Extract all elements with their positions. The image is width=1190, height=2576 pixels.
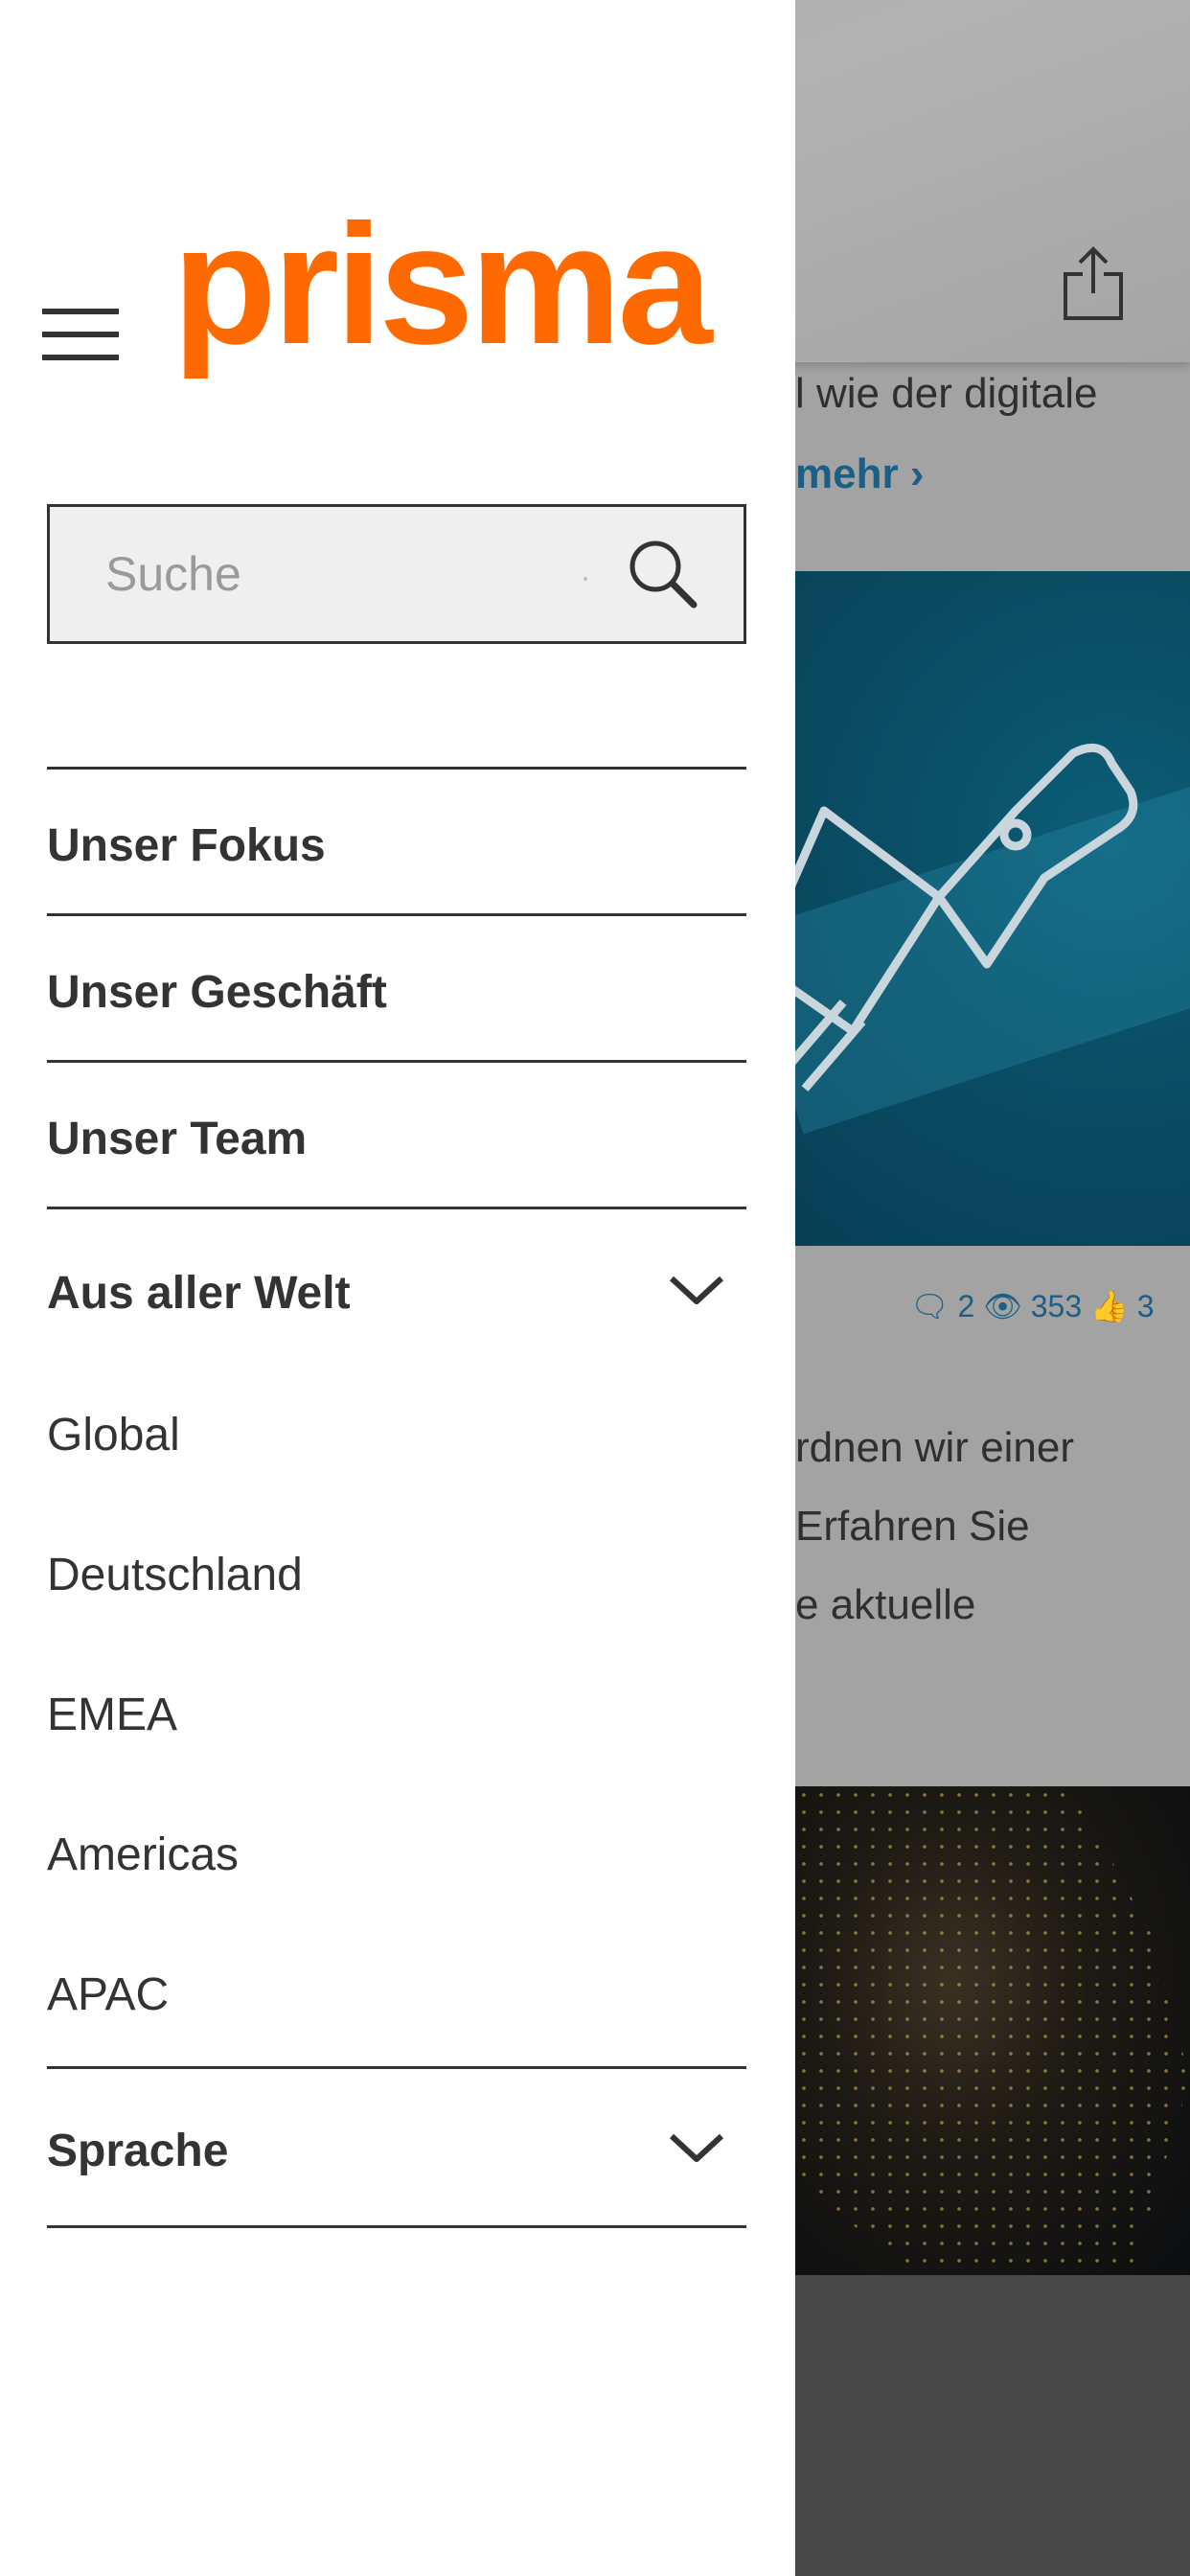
comment-count: 2: [957, 1289, 975, 1323]
nav-item-unser-geschaeft[interactable]: Unser Geschäft: [47, 913, 746, 1060]
article-text: l wie der digitale: [795, 370, 1098, 417]
article-text: Erfahren Sie: [795, 1503, 1030, 1550]
chevron-down-icon[interactable]: [668, 2130, 725, 2165]
search-input[interactable]: [50, 507, 567, 641]
submenu-item-emea[interactable]: EMEA: [47, 1689, 177, 1741]
nav-item-label: Sprache: [47, 2126, 229, 2176]
hamburger-icon[interactable]: [42, 309, 119, 362]
side-drawer: prisma Unser Fokus Unser Geschäft Unser …: [0, 0, 795, 2576]
nav-item-unser-team[interactable]: Unser Team: [47, 1060, 746, 1207]
eye-icon: 👁: [983, 1289, 1022, 1323]
share-icon[interactable]: [1062, 245, 1125, 322]
comment-icon: 🗨: [910, 1289, 950, 1323]
nav-item-label: Aus aller Welt: [47, 1268, 351, 1319]
submenu-item-deutschland[interactable]: Deutschland: [47, 1549, 303, 1601]
thumbs-up-icon: 👍: [1090, 1289, 1129, 1323]
article-image-night-map[interactable]: [795, 1786, 1190, 2275]
read-more-link[interactable]: mehr ›: [795, 450, 924, 498]
submenu-item-global[interactable]: Global: [47, 1409, 180, 1461]
article-text: e aktuelle: [795, 1581, 976, 1628]
view-count: 353: [1030, 1289, 1083, 1323]
chevron-down-icon[interactable]: [668, 1273, 725, 1307]
like-count: 3: [1136, 1289, 1155, 1323]
submenu-item-apac[interactable]: APAC: [47, 1968, 169, 2021]
nav-item-sprache[interactable]: Sprache: [47, 2066, 746, 2225]
article-image-paintbrush[interactable]: [795, 571, 1190, 1246]
nav-item-label: Unser Team: [47, 1114, 308, 1164]
nav-item-label: Unser Fokus: [47, 820, 326, 871]
nav-item-aus-aller-welt[interactable]: Aus aller Welt: [47, 1207, 746, 1369]
article-stats: 🗨 2 👁 353 👍 3: [910, 1288, 1155, 1324]
search-box: [47, 504, 746, 644]
nav-item-label: Unser Geschäft: [47, 967, 387, 1018]
footer-area: [795, 2275, 1190, 2576]
divider: [47, 2225, 746, 2228]
search-icon[interactable]: [625, 536, 701, 612]
nav-item-unser-fokus[interactable]: Unser Fokus: [47, 767, 746, 913]
submenu-item-americas[interactable]: Americas: [47, 1828, 239, 1881]
article-text: rdnen wir einer: [795, 1424, 1075, 1471]
prisma-logo[interactable]: prisma: [172, 199, 713, 370]
